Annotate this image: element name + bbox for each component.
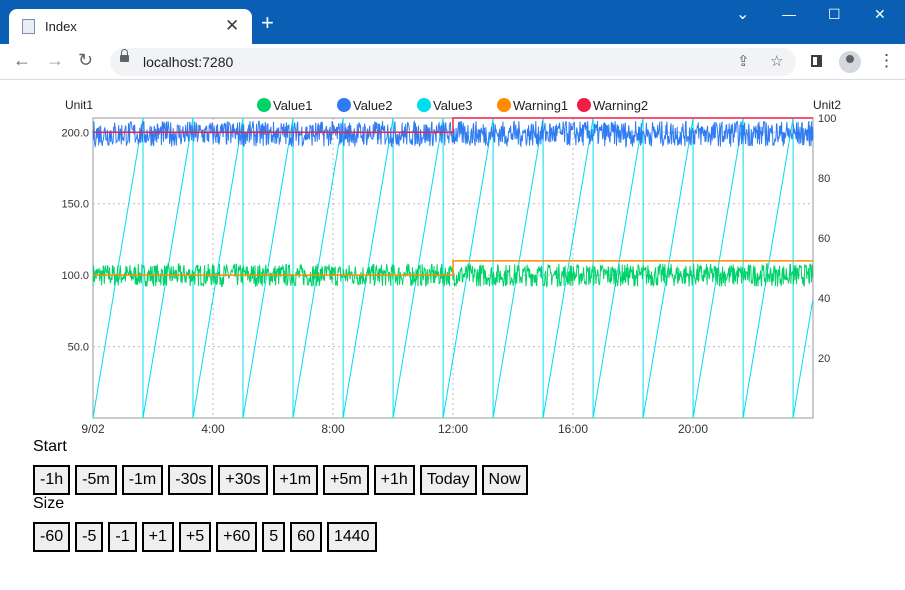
start-label: Start (33, 438, 67, 455)
x-tick-label: 8:00 (321, 422, 345, 436)
start-button-6[interactable]: +5m (323, 465, 369, 495)
y-left-tick-label: 200.0 (61, 127, 89, 139)
start-button-5[interactable]: +1m (272, 465, 319, 495)
start-button-3[interactable]: -30s (168, 465, 214, 495)
y-right-tick-label: 60 (818, 233, 830, 245)
browser-toolbar: ← → ↻ localhost:7280 ⇪ ☆ (0, 44, 905, 80)
size-button-5[interactable]: +60 (216, 522, 258, 552)
legend-swatch (577, 98, 591, 112)
y-right-tick-label: 40 (818, 293, 830, 305)
y-right-tick-label: 100 (818, 113, 836, 125)
x-tick-label: 9/02 (81, 422, 105, 436)
legend-label: Warning2 (593, 98, 648, 113)
browser-titlebar: Index ✕ + ⌄ — ☐ ✕ (0, 0, 905, 44)
legend-swatch (337, 98, 351, 112)
legend-item-warning2[interactable]: Warning2 (577, 98, 648, 113)
start-button-0[interactable]: -1h (33, 465, 71, 495)
size-button-4[interactable]: +5 (178, 522, 212, 552)
reload-icon[interactable]: ↻ (78, 50, 93, 70)
address-bar[interactable]: localhost:7280 ⇪ ☆ (110, 48, 796, 76)
size-label: Size (33, 495, 65, 512)
legend-item-value2[interactable]: Value2 (337, 98, 393, 113)
new-tab-button[interactable]: + (261, 12, 274, 34)
side-panel-icon[interactable] (811, 55, 822, 67)
size-button-3[interactable]: +1 (141, 522, 174, 552)
legend-label: Warning1 (513, 98, 568, 113)
left-axis-unit: Unit1 (65, 98, 93, 112)
lock-icon (120, 49, 129, 62)
legend-item-value1[interactable]: Value1 (257, 98, 313, 113)
bookmark-star-icon[interactable]: ☆ (770, 52, 783, 70)
size-button-1[interactable]: -5 (75, 522, 104, 552)
y-right-tick-label: 80 (818, 173, 830, 185)
menu-dots-icon[interactable]: ⋮ (878, 51, 895, 71)
legend-swatch (417, 98, 431, 112)
y-left-tick-label: 100.0 (61, 270, 89, 282)
start-button-row: -1h -5m -1m -30s +30s +1m +5m +1h Today Now (33, 465, 528, 495)
tab-title: Index (45, 19, 77, 34)
legend-item-warning1[interactable]: Warning1 (497, 98, 568, 113)
start-button-8[interactable]: Today (419, 465, 477, 495)
size-button-8[interactable]: 1440 (326, 522, 377, 552)
legend-label: Value2 (353, 98, 393, 113)
page-icon (22, 19, 35, 34)
url-text: localhost:7280 (143, 54, 234, 70)
size-button-row: -60 -5 -1 +1 +5 +60 5 60 1440 (33, 522, 377, 552)
legend-label: Value1 (273, 98, 313, 113)
tab-search-icon[interactable]: ⌄ (736, 4, 749, 24)
y-left-tick-label: 150.0 (61, 199, 89, 211)
legend-label: Value3 (433, 98, 473, 113)
time-series-chart: 9/02 4:00 8:00 12:00 16:00 20:00 200.0 150.0 100… (61, 98, 841, 436)
legend[interactable]: Value1 Value2 Value3 Warning1 Warning2 (257, 98, 648, 113)
maximize-button[interactable]: ☐ (828, 6, 841, 23)
start-button-4[interactable]: +30s (218, 465, 268, 495)
legend-swatch (497, 98, 511, 112)
profile-avatar-icon[interactable] (839, 51, 861, 73)
share-icon[interactable]: ⇪ (737, 52, 750, 70)
right-axis-unit: Unit2 (813, 98, 841, 112)
size-button-7[interactable]: 60 (290, 522, 322, 552)
x-tick-label: 16:00 (558, 422, 588, 436)
close-window-button[interactable]: ✕ (874, 6, 886, 23)
x-tick-label: 4:00 (201, 422, 225, 436)
size-button-0[interactable]: -60 (33, 522, 71, 552)
browser-tab[interactable]: Index ✕ (9, 9, 252, 44)
size-button-6[interactable]: 5 (262, 522, 286, 552)
start-button-2[interactable]: -1m (121, 465, 164, 495)
back-arrow-icon[interactable]: ← (13, 50, 31, 70)
legend-item-value3[interactable]: Value3 (417, 98, 473, 113)
legend-swatch (257, 98, 271, 112)
tab-close-icon[interactable]: ✕ (225, 17, 239, 34)
start-button-7[interactable]: +1h (373, 465, 415, 495)
start-button-1[interactable]: -5m (75, 465, 117, 495)
y-left-tick-label: 50.0 (68, 342, 89, 354)
size-button-2[interactable]: -1 (108, 522, 137, 552)
x-tick-label: 20:00 (678, 422, 708, 436)
forward-arrow-icon[interactable]: → (46, 50, 64, 70)
y-right-tick-label: 20 (818, 353, 830, 365)
start-button-9[interactable]: Now (481, 465, 528, 495)
minimize-button[interactable]: — (782, 6, 796, 22)
x-tick-label: 12:00 (438, 422, 468, 436)
